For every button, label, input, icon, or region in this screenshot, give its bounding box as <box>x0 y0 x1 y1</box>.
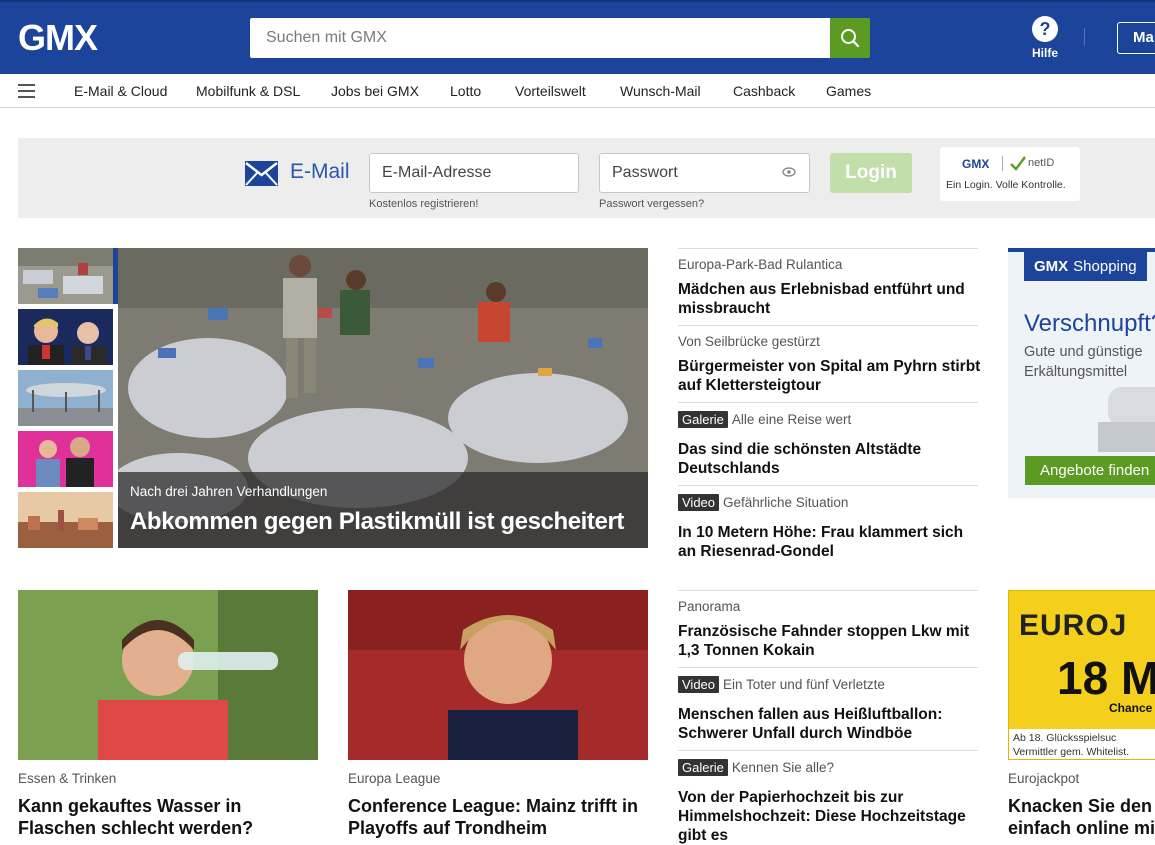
news-headline[interactable]: In 10 Metern Höhe: Frau klammert sich an… <box>678 523 983 561</box>
news-divider <box>678 750 978 751</box>
hero-title[interactable]: Abkommen gegen Plastikmüll ist gescheite… <box>130 508 624 536</box>
thumbnail-old-town[interactable] <box>18 492 113 548</box>
email-field[interactable] <box>369 153 579 193</box>
card-image-football-coach[interactable] <box>348 590 648 760</box>
news-headline[interactable]: Bürgermeister von Spital am Pyhrn stirbt… <box>678 357 983 395</box>
nav-item-lotto[interactable]: Lotto <box>450 83 481 99</box>
news-headline[interactable]: Mädchen aus Erlebnisbad entführt und mis… <box>678 280 983 318</box>
news-kicker: Video Gefährliche Situation <box>678 494 848 511</box>
register-link[interactable]: Kostenlos registrieren! <box>369 198 478 210</box>
nav-item-cashback[interactable]: Cashback <box>733 83 795 99</box>
news-headline[interactable]: Das sind die schönsten Altstädte Deutsch… <box>678 440 983 478</box>
news-kicker: Galerie Kennen Sie alle? <box>678 759 834 776</box>
netid-logo: netID <box>1028 157 1055 169</box>
show-password-icon[interactable] <box>782 167 796 177</box>
forgot-password-link[interactable]: Passwort vergessen? <box>599 198 704 210</box>
nav-item-mobilfunk-dsl[interactable]: Mobilfunk & DSL <box>196 83 300 99</box>
news-headline[interactable]: Von der Papierhochzeit bis zur Himmelsho… <box>678 788 983 845</box>
login-button[interactable]: Login <box>830 153 912 193</box>
news-headline[interactable]: Menschen fallen aus Heißluftballon: Schw… <box>678 705 983 743</box>
menu-icon[interactable] <box>18 84 35 98</box>
pillow-image <box>1098 387 1155 452</box>
news-kicker: Video Ein Toter und fünf Verletzte <box>678 676 885 693</box>
gallery-badge: Galerie <box>678 759 728 776</box>
shopping-ad-tag: GMX Shopping <box>1024 252 1147 281</box>
news-kicker: Galerie Alle eine Reise wert <box>678 411 851 428</box>
thumbnail-politicians[interactable] <box>18 309 113 365</box>
card-kicker: Eurojackpot <box>1008 771 1080 786</box>
card-kicker: Essen & Trinken <box>18 771 117 786</box>
netid-badge[interactable]: GMX netID Ein Login. Volle Kontrolle. <box>940 147 1080 201</box>
news-headline[interactable]: Französische Fahnder stoppen Lkw mit 1,3… <box>678 622 983 660</box>
jackpot-amount: 18 M <box>1057 652 1155 704</box>
card-kicker: Europa League <box>348 771 441 786</box>
shopping-ad[interactable]: GMX Shopping Verschnupft? Gute und günsti… <box>1008 248 1155 498</box>
email-login-label: E-Mail <box>290 160 350 183</box>
help-icon: ? <box>1032 16 1058 42</box>
shopping-ad-title: Verschnupft? <box>1024 310 1155 337</box>
news-divider <box>678 248 978 249</box>
card-headline[interactable]: Kann gekauftes Wasser in Flaschen schlech… <box>18 795 253 839</box>
help-button[interactable]: ? Hilfe <box>1020 16 1070 60</box>
hero-kicker: Nach drei Jahren Verhandlungen <box>130 484 328 499</box>
nav-item-wunsch-mail[interactable]: Wunsch-Mail <box>620 83 701 99</box>
news-kicker: Panorama <box>678 599 741 614</box>
password-field[interactable] <box>599 153 810 193</box>
search-icon <box>841 29 860 48</box>
eurojackpot-ad[interactable]: EUROJ 18 M Chance 1 Ab 18. Glücksspielsu… <box>1008 590 1155 760</box>
header-account-button[interactable]: Ma <box>1117 22 1155 54</box>
news-divider <box>678 402 978 403</box>
envelope-icon <box>245 161 278 186</box>
nav-item-games[interactable]: Games <box>826 83 871 99</box>
card-image-water[interactable] <box>18 590 318 760</box>
netid-brand: GMX <box>962 157 990 171</box>
ad-disclaimer: Ab 18. Glücksspielsuc Vermittler gem. Whi… <box>1009 729 1155 759</box>
shopping-ad-subtitle: Gute und günstige Erkältungsmittel <box>1024 344 1143 380</box>
thumbnail-two-men[interactable] <box>18 431 113 487</box>
netid-tagline: Ein Login. Volle Kontrolle. <box>946 179 1066 191</box>
header-divider <box>1084 28 1085 46</box>
gmx-logo[interactable]: GMX <box>18 20 98 56</box>
help-label: Hilfe <box>1031 46 1058 60</box>
search-button[interactable] <box>830 18 870 58</box>
news-divider <box>678 590 978 591</box>
eurojackpot-logo: EUROJ <box>1019 609 1128 642</box>
thumbnail-plastic-waste[interactable] <box>18 248 113 304</box>
check-icon <box>1010 156 1026 171</box>
gallery-badge: Galerie <box>678 411 728 428</box>
nav-item-vorteilswelt[interactable]: Vorteilswelt <box>515 83 586 99</box>
news-divider <box>678 325 978 326</box>
nav-item-jobs[interactable]: Jobs bei GMX <box>331 83 419 99</box>
news-divider <box>678 485 978 486</box>
shopping-ad-cta[interactable]: Angebote finden <box>1025 456 1155 485</box>
jackpot-chance: Chance 1 <box>1109 701 1155 715</box>
thumbnail-pavilion[interactable] <box>18 370 113 426</box>
news-divider <box>678 667 978 668</box>
news-kicker: Europa-Park-Bad Rulantica <box>678 257 843 272</box>
video-badge: Video <box>678 494 720 511</box>
nav-item-email-cloud[interactable]: E-Mail & Cloud <box>74 83 167 99</box>
video-badge: Video <box>678 676 720 693</box>
card-headline[interactable]: Knacken Sie den einfach online mit <box>1008 795 1155 839</box>
card-headline[interactable]: Conference League: Mainz trifft in Playof… <box>348 795 638 839</box>
search-input[interactable] <box>250 18 830 58</box>
news-kicker: Von Seilbrücke gestürzt <box>678 334 820 349</box>
